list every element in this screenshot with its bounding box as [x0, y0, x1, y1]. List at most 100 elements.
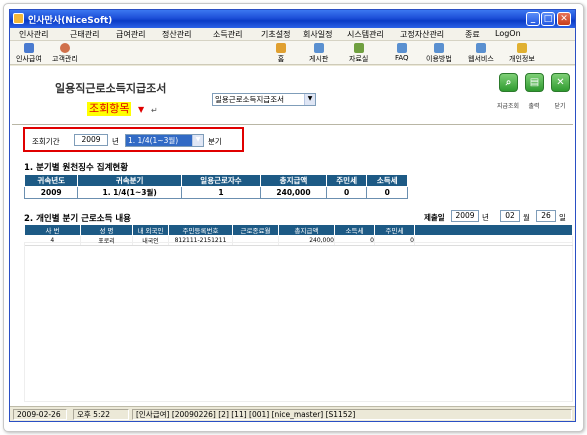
annotation-arrow-icon: ▼ [138, 105, 145, 114]
column-header: 총지급액 [278, 224, 335, 236]
app-icon [13, 13, 24, 24]
page-title: 일용직근로소득지급조서 [55, 82, 167, 95]
search-button-label: 지급조회 [496, 103, 520, 110]
customer-icon [59, 43, 70, 53]
print-button-label: 출력 [528, 103, 540, 110]
close-window-button[interactable]: ✕ [557, 12, 571, 26]
privacy-icon [516, 43, 527, 53]
status-bar: 2009-02-26 오후 5:22 [인사급여] [20090226] [2]… [10, 406, 575, 421]
column-header: 주민등록번호 [168, 224, 233, 236]
tool-guide[interactable]: 이용방법 [426, 43, 452, 64]
main-content: 일용직근로소득지급조서 일용근로소득지급조서 ▼ 조회항목 ▼ ↵ ⌕ 지급조회… [10, 66, 575, 406]
menu-logon[interactable]: LogOn [495, 29, 521, 38]
tool-webservice[interactable]: 웹서비스 [468, 43, 494, 64]
table-cell: 812111-2151211 [168, 235, 233, 246]
section1-title: 1. 분기별 원천징수 집계현황 [24, 163, 129, 173]
window-title: 인사만사(NiceSoft) [28, 16, 113, 26]
annotation-label: 조회항목 [87, 102, 132, 116]
tool-label: 이용방법 [426, 55, 452, 63]
column-header: 주민세 [325, 174, 368, 187]
year-input[interactable]: 2009 [74, 134, 108, 146]
tool-home[interactable]: 홈 [276, 43, 286, 64]
table-cell: 1. 1/4(1~3월) [77, 186, 182, 199]
table-cell: 0 [334, 235, 375, 246]
chevron-down-icon: ▼ [192, 135, 203, 146]
menu-company-schedule[interactable]: 회사일정 [303, 29, 332, 40]
chevron-down-icon: ▼ [304, 94, 315, 105]
table-cell: 240,000 [278, 235, 335, 246]
column-header: 근로종료월 [232, 224, 279, 236]
table-cell: 2009 [23, 186, 79, 199]
tool-payroll[interactable]: 인사급여 [16, 43, 42, 64]
menu-basic-settings[interactable]: 기초설정 [261, 29, 290, 40]
close-button[interactable]: ✕ [551, 73, 570, 92]
tool-label: 웹서비스 [468, 55, 494, 63]
return-mark-icon: ↵ [151, 106, 158, 115]
tool-customer[interactable]: 고객관리 [52, 43, 78, 64]
tool-board[interactable]: 게시판 [309, 43, 328, 64]
quarter-select-value: 1. 1/4(1~3월) [128, 136, 179, 145]
tool-archive[interactable]: 자료실 [349, 43, 368, 64]
menu-attendance[interactable]: 근태관리 [70, 29, 99, 40]
column-header: 사 번 [24, 224, 81, 236]
print-button[interactable]: ▤ [525, 73, 544, 92]
submit-date-label: 제출일 [424, 213, 445, 222]
search-button[interactable]: ⌕ [499, 73, 518, 92]
menu-fixed-assets[interactable]: 고정자산관리 [400, 29, 444, 40]
section2-title: 2. 개인별 분기 근로소득 내용 [24, 214, 132, 224]
search-icon: ⌕ [505, 77, 512, 88]
column-header: 성 명 [80, 224, 133, 236]
menu-payroll[interactable]: 급여관리 [116, 29, 145, 40]
menu-settlement[interactable]: 정산관리 [162, 29, 191, 40]
submit-month-input[interactable]: 02 [500, 210, 520, 222]
menu-income[interactable]: 소득관리 [213, 29, 242, 40]
submit-year-input[interactable]: 2009 [451, 210, 479, 222]
tool-label: 자료실 [349, 55, 369, 63]
close-icon: ✕ [556, 77, 565, 88]
column-header: 일용근로자수 [180, 174, 262, 187]
table-cell: 1 [180, 186, 262, 199]
quarter-select[interactable]: 1. 1/4(1~3월) ▼ [125, 134, 204, 147]
table-cell: 0 [366, 186, 408, 199]
title-bar: 인사만사(NiceSoft) _ □ ✕ [10, 10, 575, 28]
form-select[interactable]: 일용근로소득지급조서 ▼ [212, 93, 316, 106]
webservice-icon [475, 43, 486, 53]
tool-label: 게시판 [309, 55, 329, 63]
print-icon: ▤ [529, 77, 540, 88]
table-cell: 240,000 [260, 186, 327, 199]
table-cell [232, 235, 279, 246]
menu-exit[interactable]: 종료 [465, 29, 480, 40]
column-header: 소득세 [366, 174, 408, 187]
table-row: 2009 1. 1/4(1~3월) 1 240,000 0 0 [23, 186, 408, 199]
submit-day-input[interactable]: 26 [536, 210, 556, 222]
app-window: 인사만사(NiceSoft) _ □ ✕ 인사관리 근태관리 급여관리 정산관리… [9, 9, 576, 422]
board-icon [313, 43, 324, 53]
form-select-value: 일용근로소득지급조서 [215, 95, 284, 104]
tool-faq[interactable]: FAQ [395, 43, 409, 62]
column-header: 귀속분기 [77, 174, 182, 187]
faq-icon [396, 43, 407, 53]
quarter-unit: 분기 [208, 137, 222, 146]
tool-label: 고객관리 [52, 55, 78, 63]
menu-hr[interactable]: 인사관리 [19, 29, 48, 40]
table-cell: 0 [325, 186, 368, 199]
table-cell: 0 [374, 235, 415, 246]
home-icon [276, 43, 286, 53]
menu-system[interactable]: 시스템관리 [347, 29, 384, 40]
month-unit: 월 [523, 213, 530, 222]
quarter-summary-table: 귀속년도 귀속분기 일용근로자수 총지급액 주민세 소득세 2009 1. 1/… [23, 174, 408, 199]
toolbar: 인사급여 고객관리 홈 게시판 자료실 FAQ 이용방법 웹서비스 개인정보 [10, 41, 575, 65]
table-row[interactable]: 4 포로리 내국인 812111-2151211 240,000 0 0 [24, 235, 573, 246]
divider [12, 124, 573, 125]
day-unit: 일 [559, 213, 566, 222]
maximize-button[interactable]: □ [541, 12, 555, 26]
archive-icon [353, 43, 364, 53]
tool-label: 홈 [277, 55, 285, 63]
year-unit: 년 [482, 213, 489, 222]
tool-privacy[interactable]: 개인정보 [509, 43, 535, 64]
close-button-label: 닫기 [554, 103, 566, 110]
guide-icon [433, 43, 444, 53]
status-date: 2009-02-26 [13, 409, 67, 420]
minimize-button[interactable]: _ [526, 12, 540, 26]
column-header: 내 외국인 [132, 224, 169, 236]
